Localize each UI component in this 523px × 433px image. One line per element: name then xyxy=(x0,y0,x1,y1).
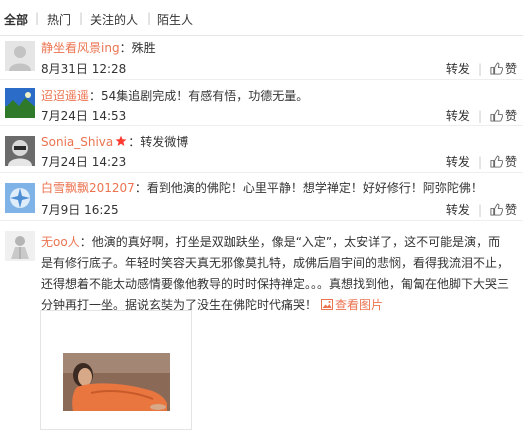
filter-separator: | xyxy=(35,11,40,25)
thumbnail-photo xyxy=(63,353,170,411)
comment-image-thumbnail[interactable] xyxy=(40,310,192,430)
comment-text: ：殊胜 xyxy=(119,41,156,55)
repost-button[interactable]: 转发 xyxy=(446,203,470,217)
comment-actions: 转发 | 赞 xyxy=(445,155,517,169)
comment-text: ：转发微博 xyxy=(128,135,189,149)
filter-following[interactable]: 关注的人 xyxy=(90,11,138,28)
avatar[interactable] xyxy=(5,231,35,261)
thumbs-up-icon xyxy=(490,62,503,75)
comment-timestamp: 7月9日 16:25 xyxy=(41,203,119,217)
repost-button[interactable]: 转发 xyxy=(446,62,470,76)
view-picture-link[interactable]: 查看图片 xyxy=(317,298,383,312)
repost-button[interactable]: 转发 xyxy=(446,155,470,169)
comment-text: ：54集追剧完成！有感有悟，功德无量。 xyxy=(89,89,309,103)
comment-item: 静坐看风景ing：殊胜 8月31日 12:28 转发 | 赞 xyxy=(0,36,523,80)
like-button[interactable]: 赞 xyxy=(490,62,517,76)
comment-text: ：他演的真好啊，打坐是双跏趺坐，像是“入定”，太安详了，这不可能是演，而是有修行… xyxy=(41,235,510,312)
repost-button[interactable]: 转发 xyxy=(446,109,470,123)
avatar[interactable] xyxy=(5,41,35,71)
comment-long-text: 无oo人：他演的真好啊，打坐是双跏趺坐，像是“入定”，太安详了，这不可能是演，而… xyxy=(41,232,511,316)
like-button[interactable]: 赞 xyxy=(490,109,517,123)
comment-timestamp: 8月31日 12:28 xyxy=(41,62,127,76)
thumbs-up-icon xyxy=(490,155,503,168)
view-picture-label: 查看图片 xyxy=(335,298,384,312)
comment-username[interactable]: 静坐看风景ing xyxy=(41,41,120,55)
filter-separator: | xyxy=(79,11,84,25)
comment-item: 白雪飘飘201207：看到他演的佛陀！心里平静！想学禅定！好好修行！阿弥陀佛！ … xyxy=(0,173,523,221)
comment-actions: 转发 | 赞 xyxy=(445,109,517,123)
thumbs-up-icon xyxy=(490,109,503,122)
comment-item: Sonia_Shiva ：转发微博 7月24日 14:23 转发 | 赞 xyxy=(0,126,523,173)
comment-actions: 转发 | 赞 xyxy=(445,203,517,217)
filter-hot[interactable]: 热门 xyxy=(47,11,71,28)
filter-all[interactable]: 全部 xyxy=(4,11,28,28)
picture-icon xyxy=(321,299,334,310)
avatar[interactable] xyxy=(5,88,35,118)
avatar[interactable] xyxy=(5,183,35,213)
comment-filter-bar: 全部 | 热门 | 关注的人 | 陌生人 xyxy=(0,0,523,36)
like-label: 赞 xyxy=(504,203,517,217)
like-label: 赞 xyxy=(504,155,517,169)
comment-username[interactable]: 无oo人 xyxy=(41,235,80,249)
comment-username[interactable]: 迢迢遥遥 xyxy=(41,89,89,103)
like-label: 赞 xyxy=(504,62,517,76)
avatar[interactable] xyxy=(5,136,35,166)
like-label: 赞 xyxy=(504,109,517,123)
like-button[interactable]: 赞 xyxy=(490,203,517,217)
comment-text: ：看到他演的佛陀！心里平静！想学禅定！好好修行！阿弥陀佛！ xyxy=(134,181,483,195)
filter-strangers[interactable]: 陌生人 xyxy=(157,11,193,28)
comment-item: 迢迢遥遥：54集追剧完成！有感有悟，功德无量。 7月24日 14:53 转发 | 赞 xyxy=(0,80,523,126)
filter-separator: | xyxy=(147,11,152,25)
comment-username[interactable]: Sonia_Shiva xyxy=(41,135,113,149)
comment-actions: 转发 | 赞 xyxy=(445,62,517,76)
like-button[interactable]: 赞 xyxy=(490,155,517,169)
star-icon xyxy=(115,135,127,146)
comment-timestamp: 7月24日 14:53 xyxy=(41,109,127,123)
comment-username[interactable]: 白雪飘飘201207 xyxy=(41,181,135,195)
comment-timestamp: 7月24日 14:23 xyxy=(41,155,127,169)
thumbs-up-icon xyxy=(490,203,503,216)
